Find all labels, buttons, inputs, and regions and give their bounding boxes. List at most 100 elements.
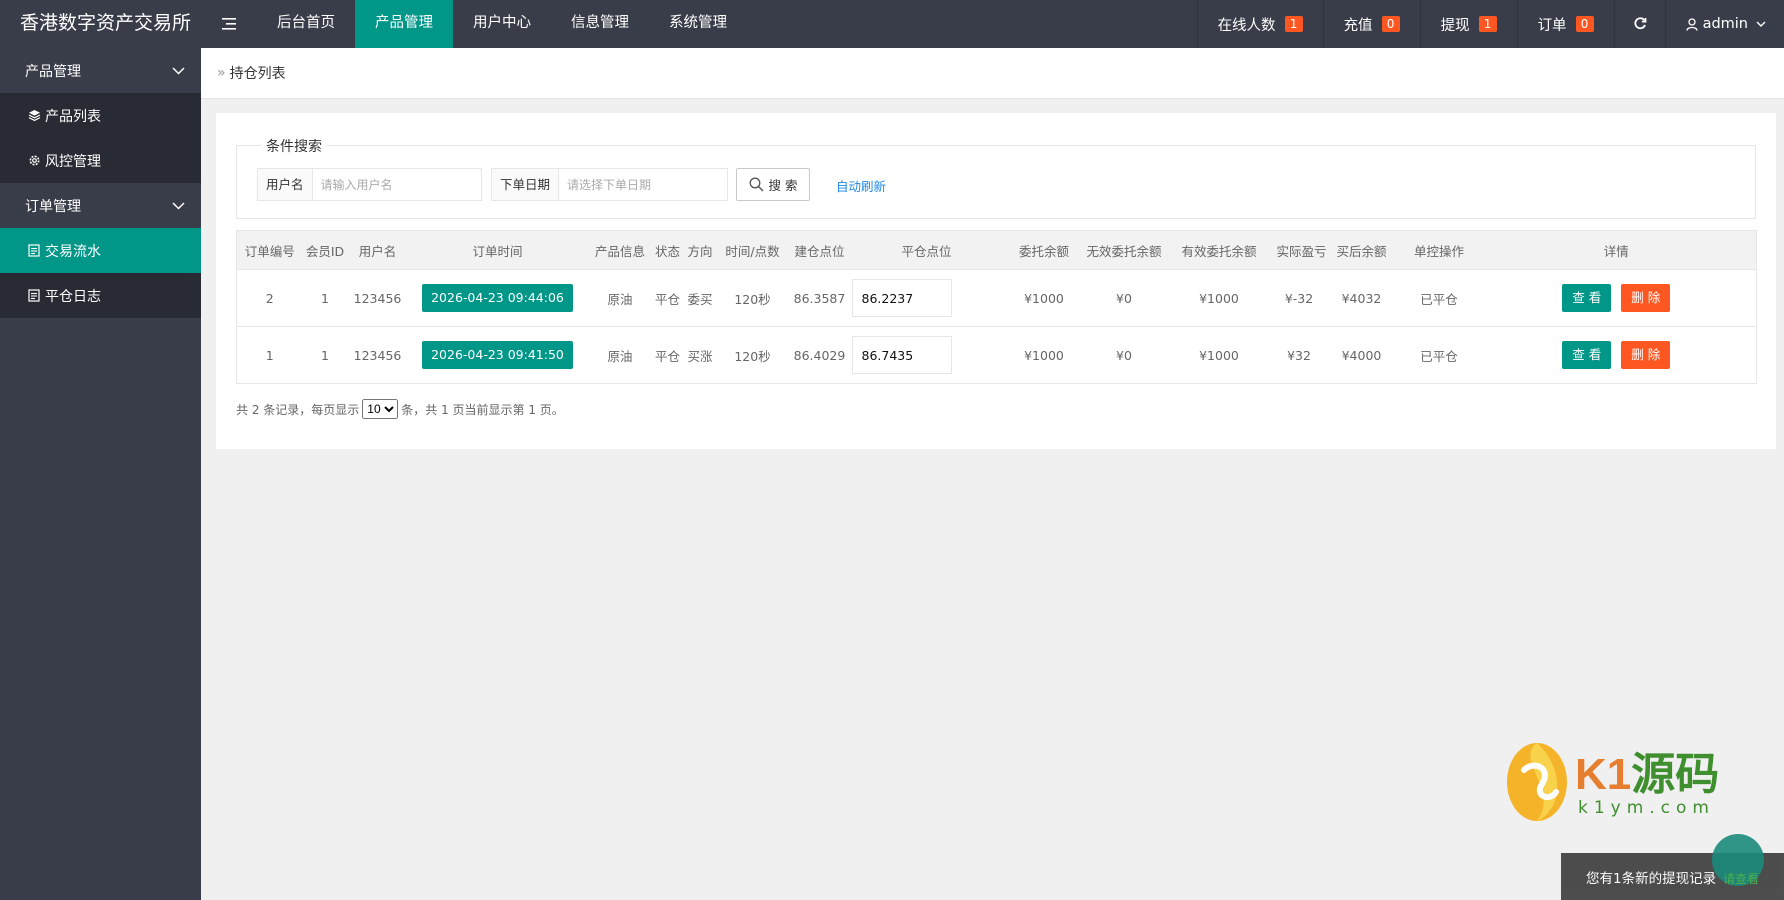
order-notice[interactable]: 订单 0 — [1516, 0, 1614, 48]
sidebar-item-risk-control[interactable]: 风控管理 — [0, 138, 201, 183]
date-input[interactable] — [559, 169, 728, 200]
content-panel: 条件搜索 用户名 下单日期 搜 索 自动刷新 订单编号 会员I — [216, 113, 1776, 449]
member-id: 1 — [302, 269, 348, 327]
order-label: 订单 — [1537, 17, 1567, 34]
order-time-badge: 2026-04-23 09:41:50 — [422, 341, 573, 369]
col-pnl: 实际盈亏 — [1276, 230, 1327, 270]
col-invalid-entrust: 无效委托余额 — [1086, 230, 1162, 270]
valid-entrust: ¥1000 — [1161, 326, 1277, 384]
nav-info-management[interactable]: 信息管理 — [551, 0, 649, 48]
sidebar: 产品管理 产品列表 风控管理 订单管理 交易流水 平仓日志 — [0, 48, 201, 900]
table-header-row: 订单编号 会员ID 用户名 订单时间 产品信息 状态 方向 时间/点数 建仓点位… — [236, 230, 1757, 270]
top-header: 香港数字资产交易所 后台首页 产品管理 用户中心 信息管理 系统管理 在线人数 … — [0, 0, 1784, 48]
sidebar-item-label: 产品列表 — [45, 108, 101, 125]
close-price-input[interactable] — [851, 336, 952, 374]
col-username: 用户名 — [347, 230, 408, 270]
username-field-group: 用户名 — [257, 168, 482, 201]
col-valid-entrust: 有效委托余额 — [1161, 230, 1277, 270]
watermark-emblem-icon — [1507, 743, 1567, 821]
sidebar-group-products[interactable]: 产品管理 — [0, 48, 201, 93]
user-icon — [1685, 17, 1698, 31]
col-entrust: 委托余额 — [1001, 230, 1087, 270]
chevron-down-icon — [1756, 21, 1766, 27]
col-close-price: 平仓点位 — [851, 230, 1002, 270]
sidebar-item-close-log[interactable]: 平仓日志 — [0, 273, 201, 318]
nav-dashboard[interactable]: 后台首页 — [257, 0, 355, 48]
chevron-down-icon — [172, 201, 185, 210]
view-button[interactable]: 查 看 — [1562, 341, 1612, 369]
delete-button[interactable]: 删 除 — [1621, 284, 1671, 312]
sidebar-item-product-list[interactable]: 产品列表 — [0, 93, 201, 138]
col-open-price: 建仓点位 — [787, 230, 852, 270]
pnl: ¥32 — [1276, 326, 1322, 384]
user-menu[interactable]: admin — [1664, 0, 1784, 48]
product: 原油 — [587, 326, 653, 384]
sidebar-group-label: 产品管理 — [25, 63, 81, 80]
sidebar-item-transactions[interactable]: 交易流水 — [0, 228, 201, 273]
table-row: 1 1 123456 2026-04-23 09:41:50 原油 平仓 买涨 … — [236, 326, 1757, 384]
close-price-input[interactable] — [851, 279, 952, 317]
breadcrumb-separator: » — [217, 65, 226, 81]
recharge-label: 充值 — [1343, 17, 1373, 34]
delete-button[interactable]: 删 除 — [1621, 341, 1671, 369]
search-button[interactable]: 搜 索 — [736, 168, 810, 201]
page-size-select[interactable]: 10 — [362, 399, 399, 419]
col-order-time: 订单时间 — [407, 230, 588, 270]
breadcrumb-current: 持仓列表 — [229, 66, 286, 82]
toast-message: 您有1条新的提现记录 — [1586, 870, 1717, 887]
member-id: 1 — [302, 326, 348, 384]
withdraw-notice[interactable]: 提现 1 — [1419, 0, 1517, 48]
valid-entrust: ¥1000 — [1161, 269, 1277, 327]
balance-after: ¥4000 — [1321, 326, 1402, 384]
search-legend: 条件搜索 — [261, 136, 327, 156]
col-product: 产品信息 — [587, 230, 653, 270]
auto-refresh-link[interactable]: 自动刷新 — [836, 176, 886, 195]
username-input[interactable] — [312, 169, 481, 200]
col-balance-after: 买后余额 — [1321, 230, 1402, 270]
pager-prefix: 共 2 条记录，每页显示 — [236, 402, 360, 417]
refresh-icon — [1633, 17, 1646, 30]
document-icon — [27, 244, 41, 258]
col-duration: 时间/点数 — [717, 230, 788, 270]
duration: 120秒 — [717, 326, 788, 384]
site-logo: 香港数字资产交易所 — [20, 12, 192, 34]
order-id: 1 — [236, 326, 303, 384]
header-right: 在线人数 1 充值 0 提现 1 订单 0 admin — [1196, 0, 1784, 48]
nav-product-management[interactable]: 产品管理 — [355, 0, 453, 48]
watermark-logo: K1源码 k1ym.com — [1500, 738, 1719, 828]
open-price: 86.4029 — [787, 326, 852, 384]
sidebar-item-label: 交易流水 — [45, 243, 101, 260]
gear-icon — [27, 154, 41, 168]
control-status: 已平仓 — [1401, 269, 1477, 327]
recharge-badge: 0 — [1381, 16, 1400, 32]
positions-table: 订单编号 会员ID 用户名 订单时间 产品信息 状态 方向 时间/点数 建仓点位… — [236, 230, 1757, 384]
username-label: 用户名 — [258, 169, 313, 200]
search-button-label: 搜 索 — [768, 178, 798, 193]
recharge-notice[interactable]: 充值 0 — [1322, 0, 1420, 48]
sidebar-group-orders[interactable]: 订单管理 — [0, 183, 201, 228]
document-icon — [27, 289, 41, 303]
product: 原油 — [587, 269, 653, 327]
sidebar-group-label: 订单管理 — [25, 198, 81, 215]
sidebar-item-label: 平仓日志 — [45, 288, 101, 305]
nav-system-management[interactable]: 系统管理 — [649, 0, 747, 48]
username: 123456 — [347, 269, 408, 327]
floating-notice-label[interactable]: 请查看 — [1723, 870, 1759, 887]
menu-toggle-button[interactable] — [201, 0, 257, 48]
view-button[interactable]: 查 看 — [1562, 284, 1612, 312]
user-name: admin — [1702, 16, 1748, 32]
chevron-down-icon — [172, 66, 185, 75]
invalid-entrust: ¥0 — [1086, 326, 1162, 384]
col-order-id: 订单编号 — [236, 230, 303, 270]
duration: 120秒 — [717, 269, 788, 327]
nav-user-center[interactable]: 用户中心 — [453, 0, 551, 48]
refresh-button[interactable] — [1613, 0, 1665, 48]
pnl: ¥-32 — [1276, 269, 1322, 327]
online-users[interactable]: 在线人数 1 — [1196, 0, 1323, 48]
top-nav: 后台首页 产品管理 用户中心 信息管理 系统管理 — [257, 0, 747, 48]
status: 平仓 — [652, 326, 683, 384]
col-status: 状态 — [652, 230, 683, 270]
pagination: 共 2 条记录，每页显示 10 条，共 1 页当前显示第 1 页。 — [236, 399, 564, 419]
control-status: 已平仓 — [1401, 326, 1477, 384]
withdraw-badge: 1 — [1478, 16, 1497, 32]
